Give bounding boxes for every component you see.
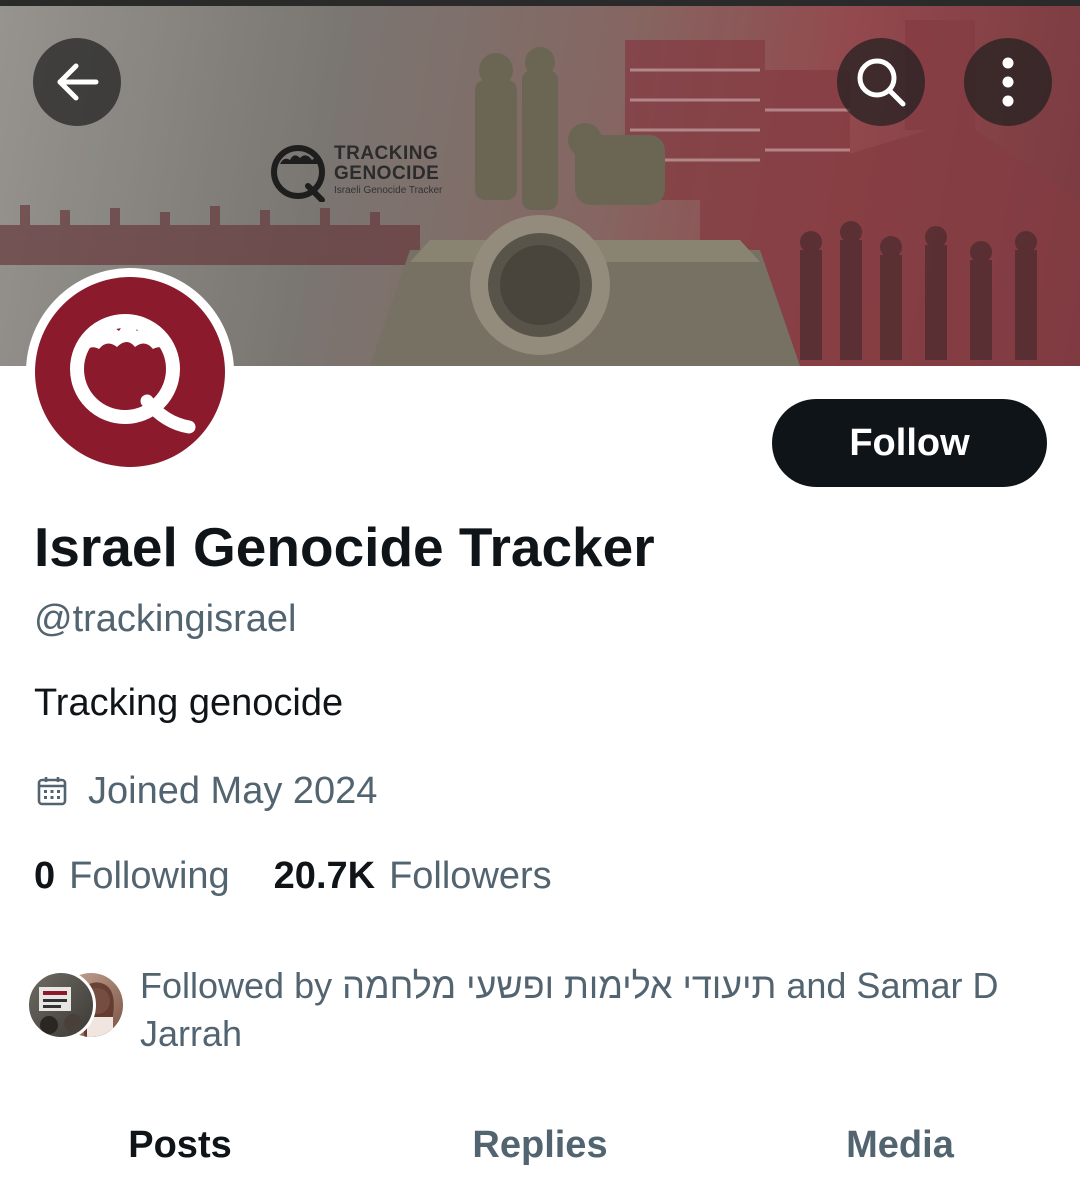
following-count: 0 — [34, 855, 56, 897]
calendar-icon — [37, 777, 67, 806]
tracking-logo-icon — [271, 145, 325, 202]
banner-logo-line3: Israeli Genocide Tracker — [334, 185, 443, 196]
following-stat[interactable]: 0 Following — [34, 853, 230, 899]
joined-date-row: Joined May 2024 — [36, 768, 377, 814]
joined-date: Joined May 2024 — [88, 770, 378, 812]
tab-posts[interactable]: Posts — [0, 1110, 360, 1197]
avatar[interactable] — [26, 268, 234, 476]
follower-avatar-1 — [26, 970, 96, 1040]
banner-logo-line2: GENOCIDE — [334, 163, 440, 184]
banner-logo-line1: TRACKING — [334, 143, 439, 164]
tab-replies[interactable]: Replies — [360, 1110, 720, 1197]
search-button[interactable] — [837, 38, 925, 126]
search-icon — [857, 58, 906, 107]
followers-count: 20.7K — [273, 855, 376, 897]
profile-page: TRACKING GENOCIDE Israeli Genocide Track… — [0, 0, 1080, 1197]
followed-by-row[interactable]: Followed by תיעודי אלימות ופשעי מלחמה an… — [26, 962, 1026, 1062]
followers-stat[interactable]: 20.7K Followers — [274, 853, 552, 899]
profile-handle: @trackingisrael — [34, 598, 297, 640]
avatar-image — [35, 277, 225, 467]
more-vertical-icon — [1002, 57, 1014, 107]
following-label: Following — [69, 855, 230, 897]
banner-logo: TRACKING GENOCIDE Israeli Genocide Track… — [268, 140, 468, 204]
tab-media[interactable]: Media — [720, 1110, 1080, 1197]
profile-bio: Tracking genocide — [34, 682, 344, 724]
tracking-q-logo-icon — [70, 314, 196, 434]
back-button[interactable] — [33, 38, 121, 126]
followers-label: Followers — [389, 855, 552, 897]
followed-by-text: Followed by תיעודי אלימות ופשעי מלחמה an… — [140, 965, 999, 1054]
display-name: Israel Genocide Tracker — [34, 516, 655, 578]
more-options-button[interactable] — [964, 38, 1052, 126]
follow-button[interactable]: Follow — [772, 399, 1047, 487]
profile-tabs: Posts Replies Media — [0, 1110, 1080, 1197]
arrow-left-icon — [57, 63, 99, 101]
status-bar-edge — [0, 0, 1080, 6]
follow-stats: 0 Following 20.7K Followers — [34, 853, 552, 899]
